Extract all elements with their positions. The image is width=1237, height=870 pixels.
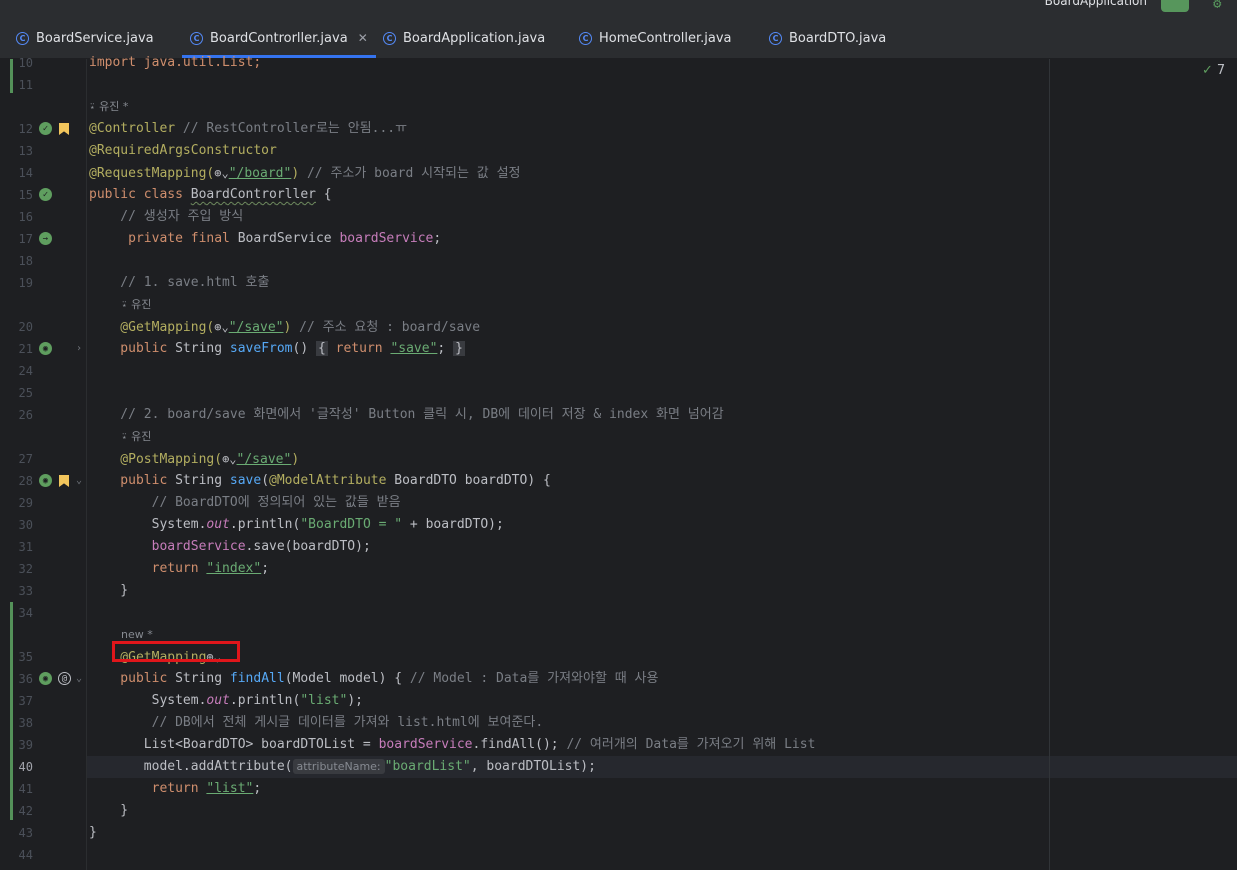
- line-number: 38: [18, 716, 33, 730]
- code-line-21: public String saveFrom() { return "save"…: [89, 341, 465, 356]
- web-icon: ⊕⌄: [214, 166, 229, 180]
- line-number: 19: [18, 276, 33, 290]
- code-line-13: @RequiredArgsConstructor: [89, 143, 277, 158]
- highlight-annotation-box: [112, 641, 240, 662]
- web-icon: ⊕⌄: [214, 320, 229, 334]
- line-number: 37: [18, 694, 33, 708]
- line-number: 15: [18, 188, 33, 202]
- author-hint[interactable]: ⍣ 유진: [121, 426, 151, 448]
- tab-homecontroller[interactable]: C HomeController.java: [579, 18, 732, 58]
- line-number: 42: [18, 804, 33, 818]
- author-hint[interactable]: ⍣ 유진 *: [89, 96, 128, 118]
- code-line-16: // 생성자 주입 방식: [89, 209, 244, 224]
- class-icon: C: [579, 31, 592, 45]
- line-number: 33: [18, 584, 33, 598]
- fold-collapse-icon[interactable]: ⌄: [76, 475, 82, 486]
- close-icon[interactable]: ✕: [358, 31, 368, 45]
- line-number: 24: [18, 364, 33, 378]
- gutter-separator: [86, 59, 87, 870]
- request-mapping-icon[interactable]: ◉: [39, 474, 52, 487]
- line-number: 17: [18, 232, 33, 246]
- at-annotation-icon[interactable]: @: [58, 672, 71, 685]
- spring-bean-icon[interactable]: ✓: [39, 122, 52, 135]
- line-number: 27: [18, 452, 33, 466]
- title-bar: BoardApplication ⚙: [0, 0, 1237, 18]
- code-line-43: }: [89, 825, 97, 840]
- code-line-38: // DB에서 전체 게시글 데이터를 가져와 list.html에 보여준다.: [89, 715, 544, 730]
- run-button[interactable]: [1161, 0, 1189, 12]
- fold-expand-icon[interactable]: ›: [76, 343, 82, 354]
- line-number: 25: [18, 386, 33, 400]
- class-icon: C: [190, 31, 203, 45]
- code-line-33: }: [89, 583, 129, 598]
- code-line-30: System.out.println("BoardDTO = " + board…: [89, 517, 504, 532]
- line-number: 16: [18, 210, 33, 224]
- class-icon: C: [16, 31, 29, 45]
- line-number: 29: [18, 496, 33, 510]
- line-number: 30: [18, 518, 33, 532]
- tab-boardapplication[interactable]: C BoardApplication.java: [383, 18, 545, 58]
- code-line-36: public String findAll(Model model) { // …: [89, 671, 659, 686]
- code-line-19: // 1. save.html 호출: [89, 275, 270, 290]
- web-icon: ⊕⌄: [222, 452, 237, 466]
- line-number: 13: [18, 144, 33, 158]
- code-line-14: @RequestMapping(⊕⌄"/board") // 주소가 board…: [89, 166, 521, 181]
- line-number: 12: [18, 122, 33, 136]
- code-line-29: // BoardDTO에 정의되어 있는 값들 받음: [89, 495, 401, 510]
- line-number: 28: [18, 474, 33, 488]
- code-line-32: return "index";: [89, 561, 270, 576]
- line-number: 36: [18, 672, 33, 686]
- code-line-20: @GetMapping(⊕⌄"/save") // 주소 요청 : board/…: [89, 320, 481, 335]
- code-line-41: return "list";: [89, 781, 262, 796]
- tab-boarddto[interactable]: C BoardDTO.java: [769, 18, 886, 58]
- code-line-31: boardService.save(boardDTO);: [89, 539, 371, 554]
- line-number-current: 40: [18, 760, 33, 774]
- request-mapping-icon[interactable]: ◉: [39, 672, 52, 685]
- fold-collapse-icon[interactable]: ⌄: [76, 673, 82, 684]
- line-number: 32: [18, 562, 33, 576]
- line-number: 44: [18, 848, 33, 862]
- line-number: 34: [18, 606, 33, 620]
- code-line-26: // 2. board/save 화면에서 '글작성' Button 클릭 시,…: [89, 407, 724, 422]
- class-icon: C: [769, 31, 782, 45]
- code-line-12: @Controller // RestController로는 안됨...ㅠ: [89, 121, 408, 136]
- line-number: 10: [18, 56, 33, 70]
- parameter-inlay-hint: attributeName:: [292, 759, 385, 774]
- code-line-15: public class BoardControrller {: [89, 187, 332, 202]
- line-number: 43: [18, 826, 33, 840]
- tab-label: BoardControrller.java: [210, 30, 348, 46]
- line-number: 41: [18, 782, 33, 796]
- line-number: 26: [18, 408, 33, 422]
- spring-bean-icon[interactable]: ✓: [39, 188, 52, 201]
- author-hint[interactable]: ⍣ 유진: [121, 294, 151, 316]
- code-line-40: model.addAttribute(attributeName: "boardL…: [89, 759, 596, 774]
- line-number: 31: [18, 540, 33, 554]
- settings-icon[interactable]: ⚙: [1213, 0, 1233, 12]
- line-number: 11: [18, 78, 33, 92]
- code-line-17: private final BoardService boardService;: [89, 231, 442, 246]
- code-line-10: import java.util.List;: [89, 55, 262, 70]
- code-line-39: List<BoardDTO> boardDTOList = boardServi…: [89, 737, 816, 752]
- line-number: 35: [18, 650, 33, 664]
- class-icon: C: [383, 31, 396, 45]
- code-line-28: public String save(@ModelAttribute Board…: [89, 473, 551, 488]
- run-configuration-selector[interactable]: BoardApplication: [1045, 0, 1147, 8]
- line-number: 20: [18, 320, 33, 334]
- request-mapping-icon[interactable]: ◉: [39, 342, 52, 355]
- code-editor[interactable]: import java.util.List; ⍣ 유진 * @Controlle…: [89, 55, 1237, 870]
- line-number: 39: [18, 738, 33, 752]
- line-number: 18: [18, 254, 33, 268]
- code-line-42: }: [89, 803, 129, 818]
- spring-bean-navigate-icon[interactable]: →: [39, 232, 52, 245]
- line-number: 14: [18, 166, 33, 180]
- line-number: 21: [18, 342, 33, 356]
- code-line-27: @PostMapping(⊕⌄"/save"): [89, 452, 300, 467]
- code-line-37: System.out.println("list");: [89, 693, 363, 708]
